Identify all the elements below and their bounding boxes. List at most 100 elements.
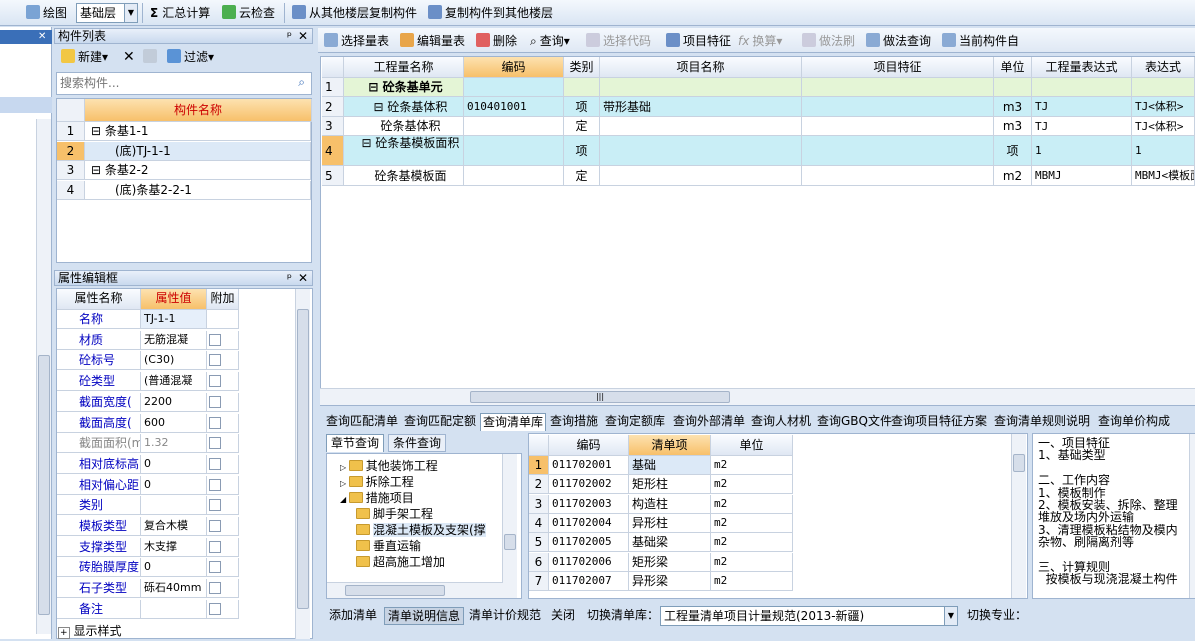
- collapse-icon[interactable]: ⊟: [91, 163, 105, 177]
- list-cell-code[interactable]: 011702002: [549, 475, 629, 495]
- checkbox[interactable]: [209, 582, 221, 595]
- list-cell-name[interactable]: 基础: [629, 456, 711, 475]
- bill-desc-info-button[interactable]: 清单说明信息: [384, 607, 465, 625]
- checkbox[interactable]: [209, 457, 221, 470]
- grid-cell-expr2[interactable]: MBMJ<模板面: [1132, 166, 1195, 186]
- grid-cell-expr2[interactable]: 1: [1132, 136, 1195, 166]
- tab-query[interactable]: 查询人材机: [749, 413, 813, 431]
- nav-scrollbar[interactable]: [36, 119, 51, 634]
- checkbox[interactable]: [209, 561, 221, 574]
- grid-cell-code[interactable]: [464, 117, 564, 136]
- copy-from-floor-button[interactable]: 从其他楼层复制构件: [292, 4, 417, 22]
- property-scrollbar[interactable]: [295, 289, 310, 639]
- tree-item[interactable]: 垂直运输: [356, 538, 421, 554]
- property-value[interactable]: 0: [141, 475, 207, 495]
- copy-to-floor-button[interactable]: 复制构件到其他楼层: [428, 4, 553, 22]
- tab-query[interactable]: 查询定额库: [603, 413, 667, 431]
- lib-dropdown-icon[interactable]: ▼: [944, 606, 958, 626]
- property-value[interactable]: (C30): [141, 351, 207, 371]
- list-item[interactable]: (底)TJ-1-1: [85, 141, 311, 161]
- grid-cell-pname[interactable]: [600, 78, 802, 97]
- tab-query[interactable]: 查询单价构成: [1096, 413, 1172, 431]
- scrollbar-thumb[interactable]: [1013, 454, 1025, 472]
- property-value[interactable]: 0: [141, 454, 207, 474]
- checkbox[interactable]: [209, 395, 221, 408]
- scrollbar-thumb[interactable]: [38, 355, 50, 615]
- new-button[interactable]: 新建▾: [58, 49, 111, 67]
- grid-cell-expr[interactable]: [1032, 78, 1132, 97]
- grid-cell-expr[interactable]: TJ: [1032, 117, 1132, 136]
- grid-cell-type[interactable]: 定: [564, 117, 600, 136]
- list-cell-name[interactable]: 构造柱: [629, 494, 711, 514]
- search-icon[interactable]: ⌕: [298, 75, 305, 90]
- property-value[interactable]: 复合木模: [141, 517, 207, 536]
- scrollbar-thumb[interactable]: |||: [470, 391, 730, 403]
- sum-calc-button[interactable]: Σ 汇总计算: [150, 4, 210, 22]
- grid-cell-code[interactable]: [464, 166, 564, 186]
- checkbox[interactable]: [209, 499, 221, 512]
- close-button[interactable]: 关闭: [548, 607, 578, 625]
- checkbox[interactable]: [209, 333, 221, 346]
- tab-condition-query[interactable]: 条件查询: [388, 434, 447, 452]
- grid-cell-type[interactable]: 项: [564, 136, 600, 166]
- grid-cell-expr[interactable]: MBMJ: [1032, 166, 1132, 186]
- list-cell-unit[interactable]: m2: [711, 571, 793, 591]
- close-icon[interactable]: ✕: [298, 29, 308, 43]
- tab-chapter-query[interactable]: 章节查询: [326, 434, 385, 452]
- tab-query[interactable]: 查询措施: [548, 413, 600, 431]
- checkbox[interactable]: [209, 520, 221, 532]
- query-button[interactable]: ⌕ 查询▾: [530, 32, 570, 50]
- property-value[interactable]: [141, 599, 207, 619]
- grid-cell-pname[interactable]: 带形基础: [600, 97, 802, 117]
- grid-cell-code[interactable]: [464, 136, 564, 166]
- collapse-icon[interactable]: ⊟: [362, 136, 376, 150]
- select-code-button[interactable]: 选择代码: [586, 32, 651, 50]
- tab-query[interactable]: 查询外部清单: [671, 413, 747, 431]
- expand-arrow-icon[interactable]: ▷: [340, 479, 349, 488]
- grid-cell-type[interactable]: 项: [564, 97, 600, 117]
- property-value[interactable]: [141, 496, 207, 516]
- scrollbar-thumb[interactable]: [345, 585, 445, 596]
- tree-item[interactable]: 脚手架工程: [356, 506, 433, 522]
- grid-cell-unit[interactable]: 项: [994, 136, 1032, 166]
- checkbox[interactable]: [209, 416, 221, 429]
- scrollbar-thumb[interactable]: [297, 309, 309, 609]
- property-value[interactable]: 木支撑: [141, 537, 207, 557]
- grid-cell-pname[interactable]: [600, 166, 802, 186]
- grid-cell-unit[interactable]: m3: [994, 117, 1032, 136]
- checkbox[interactable]: [209, 478, 221, 491]
- list-cell-unit[interactable]: m2: [711, 456, 793, 475]
- method-query-button[interactable]: 做法查询: [866, 32, 931, 50]
- grid-cell-feat[interactable]: [802, 117, 994, 136]
- tab-query[interactable]: 查询清单库: [480, 413, 547, 431]
- grid-cell-type[interactable]: [564, 78, 600, 97]
- pin-icon[interactable]: ᵖ: [287, 29, 292, 43]
- component-search[interactable]: ⌕: [56, 72, 312, 95]
- expand-arrow-icon[interactable]: ▷: [340, 463, 349, 472]
- list-item[interactable]: (底)条基2-2-1: [85, 180, 311, 200]
- grid-cell-expr[interactable]: TJ: [1032, 97, 1132, 117]
- price-rule-button[interactable]: 清单计价规范: [466, 607, 544, 625]
- grid-cell-name[interactable]: ⊟ 砼条基体积: [344, 97, 464, 117]
- close-icon[interactable]: ✕: [38, 30, 50, 44]
- grid-cell-unit[interactable]: [994, 78, 1032, 97]
- grid-cell-type[interactable]: 定: [564, 166, 600, 186]
- tree-item[interactable]: ▷ 拆除工程: [340, 474, 414, 490]
- list-item[interactable]: ⊟ 条基1-1: [85, 122, 311, 141]
- scrollbar-thumb[interactable]: [504, 534, 516, 550]
- grid-cell-expr2[interactable]: TJ<体积>: [1132, 97, 1195, 117]
- grid-cell-code[interactable]: [464, 78, 564, 97]
- list-cell-unit[interactable]: m2: [711, 475, 793, 495]
- collapse-icon[interactable]: ⊟: [91, 124, 105, 138]
- tree-item[interactable]: 混凝土模板及支架(撑: [356, 522, 486, 538]
- list-vscrollbar[interactable]: [1011, 434, 1026, 598]
- grid-cell-name[interactable]: 砼条基体积: [344, 117, 464, 136]
- tree-hscrollbar[interactable]: [327, 582, 503, 598]
- grid-cell-unit[interactable]: m2: [994, 166, 1032, 186]
- property-value[interactable]: 无筋混凝: [141, 330, 207, 350]
- list-cell-code[interactable]: 011702007: [549, 571, 629, 591]
- checkbox[interactable]: [209, 540, 221, 553]
- list-cell-code[interactable]: 011702003: [549, 494, 629, 514]
- collapse-icon[interactable]: ⊟: [374, 100, 388, 114]
- grid-cell-feat[interactable]: [802, 166, 994, 186]
